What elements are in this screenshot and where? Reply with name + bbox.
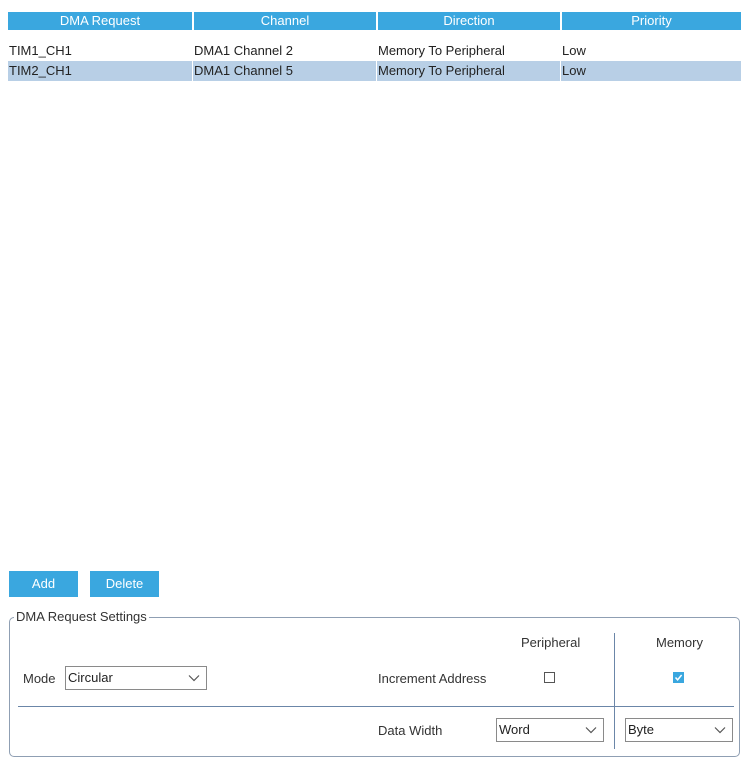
column-header-direction[interactable]: Direction	[376, 12, 560, 30]
chevron-down-icon	[188, 675, 200, 682]
cell-dma-request: TIM1_CH1	[9, 43, 72, 58]
chevron-down-icon	[714, 727, 726, 734]
memory-data-width-select[interactable]: Byte	[625, 718, 733, 742]
dma-request-table: DMA Request Channel Direction Priority T…	[8, 12, 741, 81]
delete-button[interactable]: Delete	[90, 571, 159, 597]
cell-direction[interactable]: Memory To Peripheral	[376, 41, 560, 61]
peripheral-increment-checkbox[interactable]	[544, 672, 555, 683]
table-body: TIM1_CH1 DMA1 Channel 2 Memory To Periph…	[8, 41, 741, 81]
cell-priority[interactable]: Low	[560, 41, 741, 61]
memory-header: Memory	[656, 635, 703, 650]
memory-increment-checkbox[interactable]	[673, 672, 684, 683]
column-divider	[614, 633, 615, 749]
table-row[interactable]: TIM1_CH1 DMA1 Channel 2 Memory To Periph…	[8, 41, 741, 61]
chevron-down-icon	[585, 727, 597, 734]
column-header-priority[interactable]: Priority	[560, 12, 741, 30]
mode-select-value: Circular	[68, 670, 113, 685]
peripheral-data-width-select[interactable]: Word	[496, 718, 604, 742]
cell-channel[interactable]: DMA1 Channel 2	[192, 41, 376, 61]
mode-select[interactable]: Circular	[65, 666, 207, 690]
table-row[interactable]: TIM2_CH1 DMA1 Channel 5 Memory To Periph…	[8, 61, 741, 81]
add-button[interactable]: Add	[9, 571, 78, 597]
column-header-dma-request[interactable]: DMA Request	[8, 12, 192, 30]
peripheral-header: Peripheral	[521, 635, 581, 650]
peripheral-data-width-value: Word	[499, 722, 530, 737]
data-width-label: Data Width	[378, 723, 443, 738]
checkmark-icon	[674, 674, 683, 681]
cell-direction[interactable]: Memory To Peripheral	[376, 61, 560, 81]
cell-channel[interactable]: DMA1 Channel 5	[192, 61, 376, 81]
column-header-channel[interactable]: Channel	[192, 12, 376, 30]
table-header: DMA Request Channel Direction Priority	[8, 12, 741, 30]
cell-priority[interactable]: Low	[560, 61, 741, 81]
settings-divider	[18, 706, 734, 707]
memory-data-width-value: Byte	[628, 722, 655, 737]
increment-address-label: Increment Address	[378, 671, 487, 686]
mode-label: Mode	[23, 671, 56, 686]
settings-group-legend: DMA Request Settings	[14, 609, 149, 625]
cell-dma-request: TIM2_CH1	[9, 63, 72, 78]
